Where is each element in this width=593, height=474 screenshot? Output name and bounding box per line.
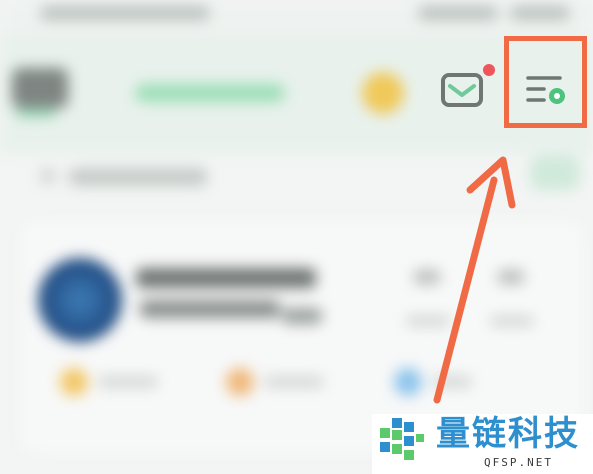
back-icon[interactable] [40,168,56,184]
app-logo [12,68,68,108]
shortcut-icon[interactable] [394,368,422,396]
watermark-subtitle: QFSP.NET [484,456,553,469]
menu-settings-icon[interactable] [524,72,568,108]
stat-value [498,270,524,284]
notification-badge [483,64,495,76]
header-title [135,84,285,102]
mail-icon[interactable] [438,70,486,112]
stat-value [414,270,440,284]
qfsp-logo-icon [376,412,432,468]
action-pill[interactable] [530,156,580,190]
profile-name [136,268,316,288]
watermark-title: 量链科技 [436,414,580,454]
avatar[interactable] [38,258,122,342]
status-bar [0,0,593,36]
shortcut-icon[interactable] [226,368,254,396]
profile-subtitle [140,300,280,318]
stat-label [406,316,450,326]
profile-tag [282,308,322,324]
shortcut-icon[interactable] [60,368,88,396]
coin-icon[interactable] [362,72,404,114]
section-title [68,168,208,186]
stat-label [490,316,534,326]
